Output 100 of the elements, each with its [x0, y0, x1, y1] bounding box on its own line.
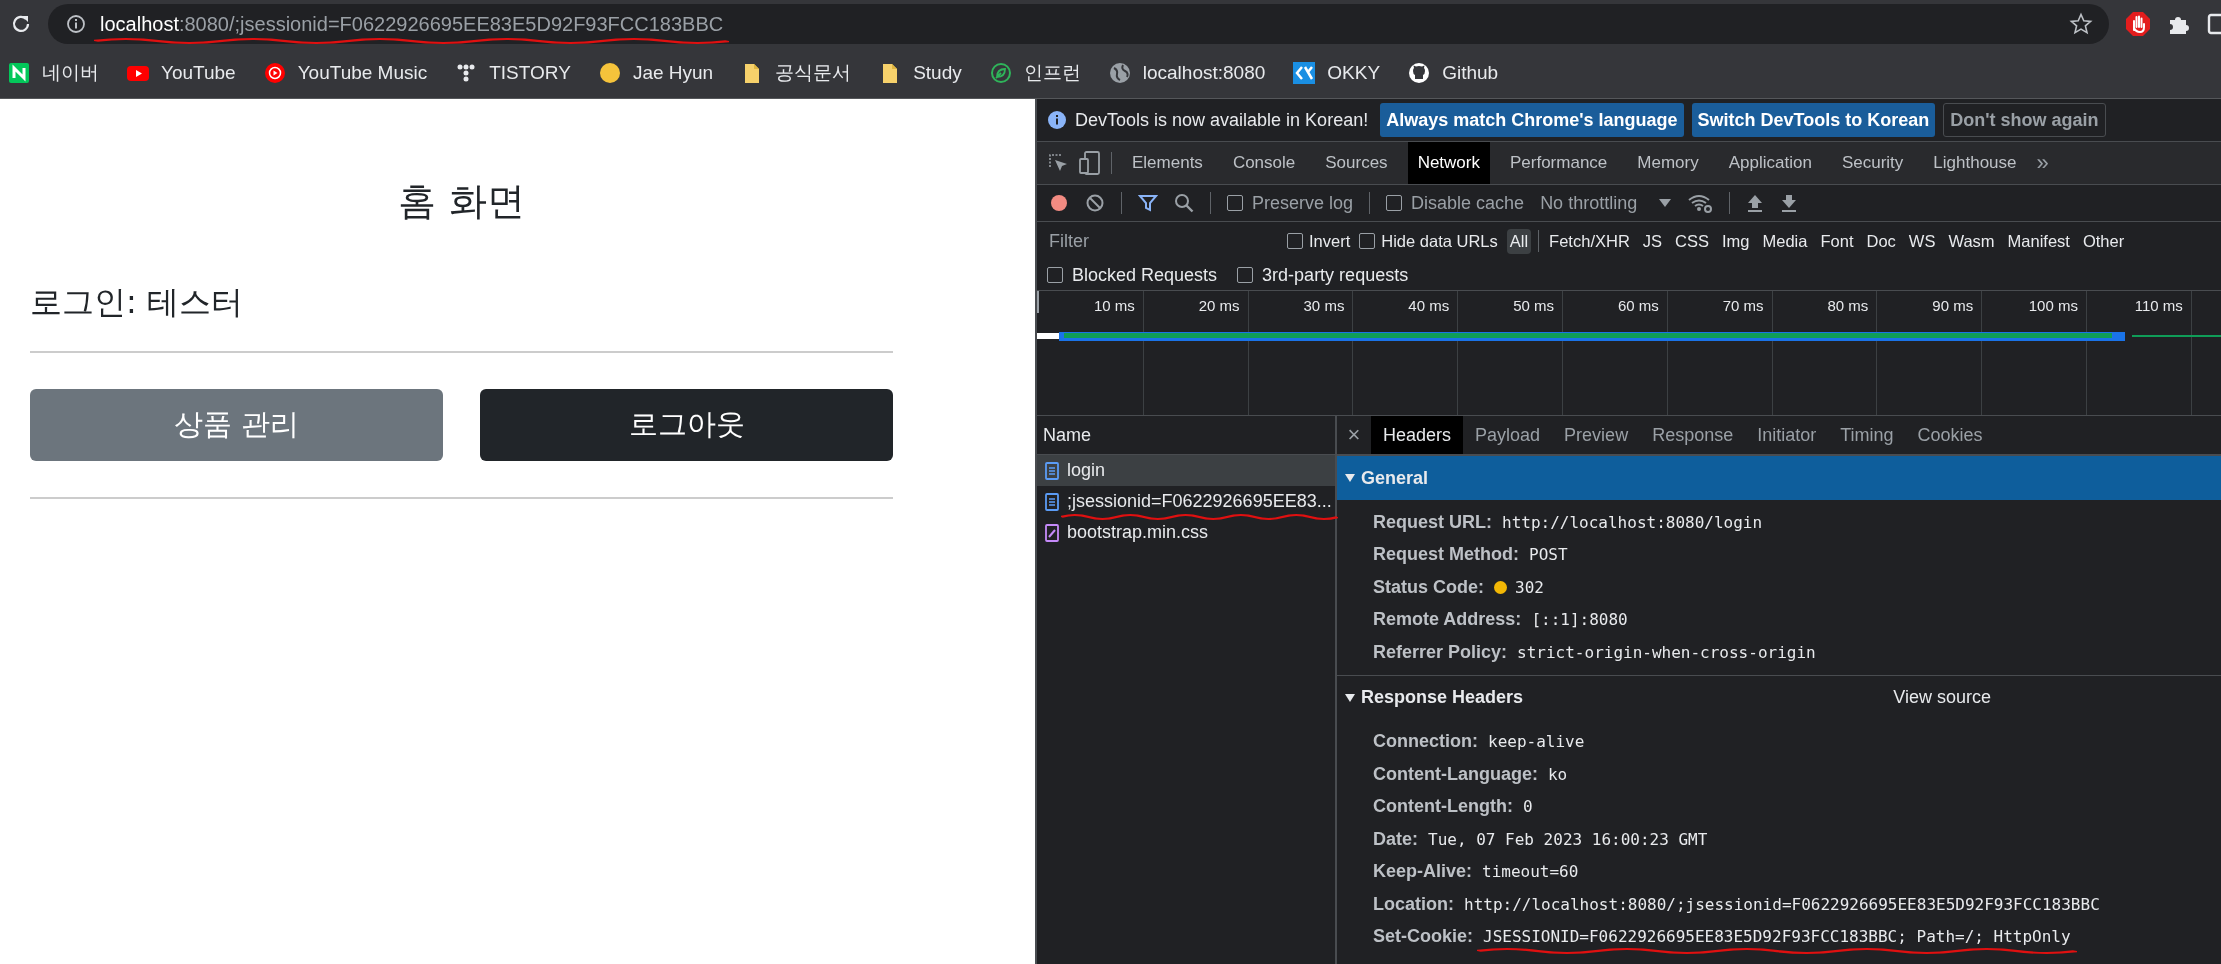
- tab[interactable]: Response: [1640, 416, 1746, 454]
- sidebar-icon[interactable]: [2207, 12, 2221, 36]
- header-value: Tue, 07 Feb 2023 16:00:23 GMT: [1428, 829, 1708, 849]
- header-value: http://localhost:8080/login: [1502, 512, 1763, 532]
- header-value: 0: [1522, 797, 1533, 817]
- filter-type-button[interactable]: Img: [1719, 228, 1753, 254]
- checkbox[interactable]: [1047, 267, 1063, 283]
- manage-button[interactable]: 상품 관리: [30, 389, 443, 461]
- wifi-settings-icon[interactable]: [1687, 192, 1714, 214]
- bookmark[interactable]: TISTORY: [489, 62, 571, 84]
- section-header[interactable]: Response Headers View source: [1337, 674, 2221, 720]
- filter-icon[interactable]: [1138, 193, 1158, 213]
- star-icon[interactable]: [2069, 12, 2093, 36]
- bookmark[interactable]: localhost:8080: [1142, 62, 1266, 84]
- search-icon[interactable]: [1174, 193, 1194, 213]
- request-row[interactable]: ;jsessionid=F0622926695EE83...: [1037, 486, 1335, 517]
- filter-type-button[interactable]: Wasm: [1945, 228, 1998, 254]
- view-source-link[interactable]: View source: [1893, 687, 1991, 708]
- bookmark[interactable]: YouTube: [161, 62, 236, 84]
- filter-type-button[interactable]: JS: [1639, 228, 1666, 254]
- page-title: 홈 화면: [397, 178, 526, 225]
- more-tabs-button[interactable]: »: [2036, 150, 2049, 176]
- tab[interactable]: Cookies: [1905, 416, 1995, 454]
- tab[interactable]: Timing: [1828, 416, 1906, 454]
- tab[interactable]: Memory: [1627, 142, 1709, 184]
- tab[interactable]: Sources: [1315, 142, 1398, 184]
- address-bar[interactable]: localhost:8080/;jsessionid=F0622926695EE83E5D92F93FCC183BBC: [48, 4, 2109, 44]
- record-icon[interactable]: [1049, 193, 1069, 213]
- bookmark[interactable]: 네이버: [42, 60, 99, 86]
- info-button[interactable]: Always match Chrome's language: [1380, 103, 1684, 137]
- document-icon: [1045, 461, 1059, 480]
- header-name: Referrer Policy:: [1373, 641, 1508, 663]
- filter-type-button[interactable]: WS: [1905, 228, 1939, 254]
- checkbox-label[interactable]: Invert: [1309, 231, 1351, 251]
- checkbox-label[interactable]: Blocked Requests: [1072, 264, 1218, 286]
- tab[interactable]: Preview: [1552, 416, 1641, 454]
- checkbox-label[interactable]: 3rd-party requests: [1262, 264, 1409, 286]
- bookmark[interactable]: OKKY: [1327, 62, 1381, 84]
- checkbox[interactable]: [1386, 195, 1403, 211]
- checkbox[interactable]: [1359, 233, 1376, 249]
- download-icon[interactable]: [1780, 193, 1799, 213]
- filter-type-button[interactable]: Font: [1817, 228, 1857, 254]
- close-button[interactable]: ×: [1337, 422, 1371, 448]
- tab[interactable]: Lighthouse: [1923, 142, 2027, 184]
- logout-button[interactable]: 로그아웃: [480, 389, 893, 461]
- bookmark[interactable]: YouTube Music: [297, 62, 428, 84]
- checkbox[interactable]: [1287, 233, 1303, 249]
- leaf-icon[interactable]: [989, 62, 1012, 84]
- tab[interactable]: Application: [1718, 142, 1822, 184]
- tab[interactable]: Elements: [1122, 142, 1213, 184]
- bookmark[interactable]: Study: [913, 62, 962, 84]
- section-header[interactable]: General: [1337, 455, 2221, 500]
- bookmark[interactable]: Jae Hyun: [632, 62, 714, 84]
- filter-type-button[interactable]: Other: [2079, 228, 2128, 254]
- info-message: DevTools is now available in Korean!: [1075, 109, 1369, 131]
- tab[interactable]: Performance: [1500, 142, 1618, 184]
- pencil-file-icon: [1045, 523, 1059, 542]
- tick-label: 50 ms: [1513, 297, 1554, 314]
- tab[interactable]: Network: [1407, 142, 1490, 184]
- play-circle-icon[interactable]: [263, 62, 286, 84]
- header-name: Date:: [1373, 828, 1418, 850]
- request-row[interactable]: login: [1037, 455, 1335, 486]
- tab[interactable]: Initiator: [1745, 416, 1829, 454]
- reload-icon[interactable]: [10, 13, 32, 35]
- upload-icon[interactable]: [1746, 193, 1765, 213]
- checkbox[interactable]: [1237, 267, 1254, 283]
- checkbox-label[interactable]: Preserve log: [1252, 192, 1354, 214]
- bookmark[interactable]: Github: [1442, 62, 1499, 84]
- info-button[interactable]: Don't show again: [1943, 103, 2106, 137]
- header-value: strict-origin-when-cross-origin: [1517, 642, 1816, 662]
- request-row[interactable]: bootstrap.min.css: [1037, 517, 1335, 548]
- header-name: Request URL:: [1373, 511, 1492, 533]
- okky-icon[interactable]: [1293, 62, 1316, 84]
- tab[interactable]: Console: [1222, 142, 1306, 184]
- checkbox-label[interactable]: Disable cache: [1411, 192, 1525, 214]
- login-text: 로그인: 테스터: [30, 282, 244, 323]
- header-name: Content-Language:: [1373, 763, 1538, 785]
- tab[interactable]: Headers: [1371, 416, 1464, 454]
- checkbox[interactable]: [1227, 195, 1243, 211]
- info-button[interactable]: Switch DevTools to Korean: [1691, 103, 1936, 137]
- stop-hand-icon[interactable]: [2125, 11, 2151, 37]
- bookmark[interactable]: 공식문서: [775, 60, 852, 86]
- filter-type-button[interactable]: Manifest: [2004, 228, 2073, 254]
- checkbox-label[interactable]: Hide data URLs: [1381, 231, 1498, 251]
- tick-label: 40 ms: [1408, 297, 1450, 314]
- filter-type-button[interactable]: Doc: [1863, 228, 1899, 254]
- tick-label: 10 ms: [1093, 297, 1135, 314]
- bookmark[interactable]: 인프런: [1023, 60, 1081, 86]
- tab[interactable]: Payload: [1463, 416, 1553, 454]
- throttling-dropdown[interactable]: No throttling: [1540, 192, 1672, 214]
- url-text[interactable]: localhost:8080/;jsessionid=F0622926695EE83E5D92F93FCC183BBC: [100, 12, 724, 36]
- filter-type-button[interactable]: All: [1506, 228, 1532, 254]
- filter-type-button[interactable]: CSS: [1672, 228, 1712, 254]
- tab[interactable]: Security: [1831, 142, 1914, 184]
- square-icon[interactable]: [8, 62, 30, 84]
- filter-type-button[interactable]: Fetch/XHR: [1546, 228, 1633, 254]
- filter-type-button[interactable]: Media: [1759, 228, 1811, 254]
- clear-icon[interactable]: [1085, 193, 1105, 213]
- globe-icon[interactable]: [1108, 62, 1131, 84]
- device-icon[interactable]: [1079, 151, 1101, 175]
